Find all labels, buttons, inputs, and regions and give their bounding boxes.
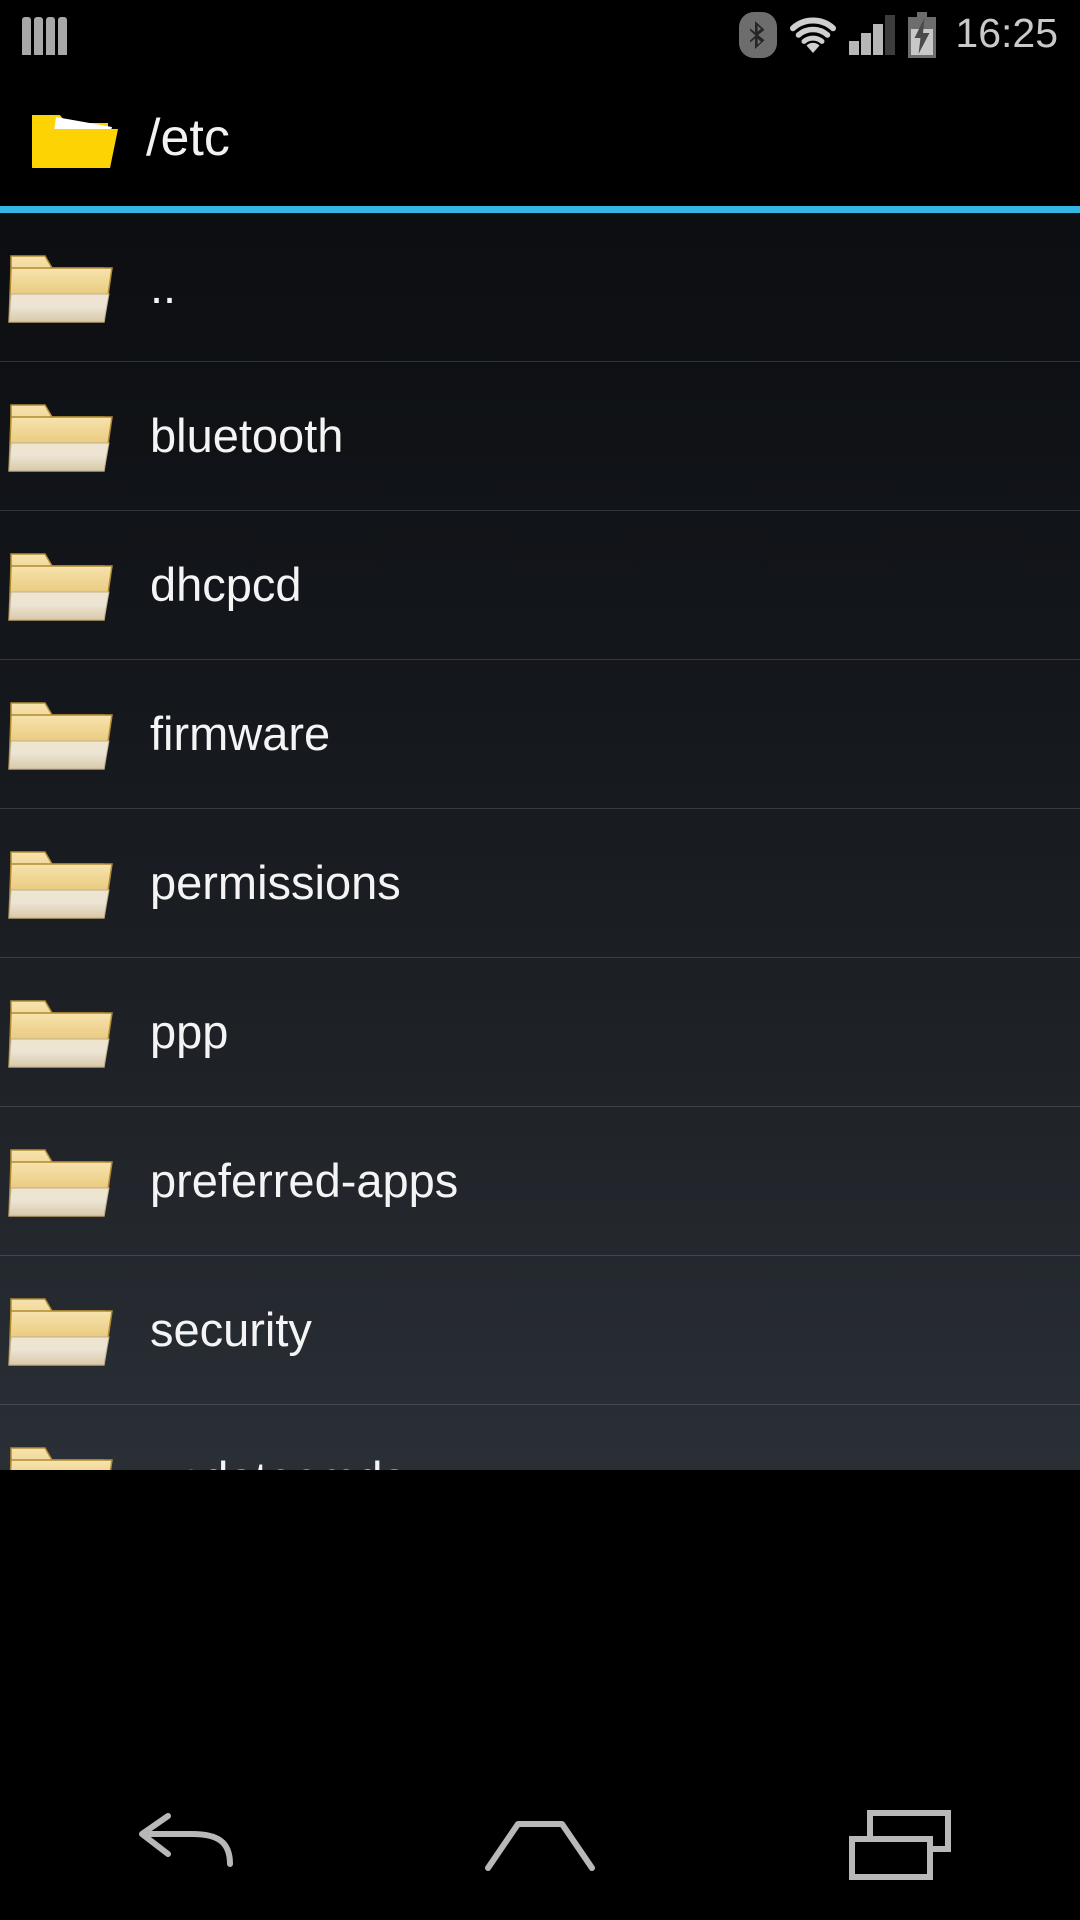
- list-item-label: dhcpcd: [150, 560, 302, 610]
- folder-icon: [8, 844, 118, 922]
- battery-charging-icon: [907, 12, 937, 58]
- status-bar: 16:25: [0, 0, 1080, 70]
- android-file-manager-screen: 16:25 /etc: [0, 0, 1080, 1920]
- navigation-bar: [0, 1770, 1080, 1920]
- notification-bars-icon: [22, 15, 67, 55]
- folder-icon: [8, 1291, 118, 1369]
- file-list[interactable]: .. bluetooth dhcpcd: [0, 213, 1080, 1470]
- list-item-label: ppp: [150, 1007, 228, 1057]
- list-item-label: ..: [150, 262, 176, 312]
- bluetooth-icon: [739, 12, 777, 58]
- status-bar-right: 16:25: [739, 12, 1080, 58]
- folder-icon: [8, 397, 118, 475]
- status-bar-clock: 16:25: [955, 13, 1058, 57]
- list-item[interactable]: ppp: [0, 958, 1080, 1107]
- list-item[interactable]: security: [0, 1256, 1080, 1405]
- list-item[interactable]: preferred-apps: [0, 1107, 1080, 1256]
- recents-button[interactable]: [800, 1770, 1000, 1920]
- folder-icon: [8, 1440, 118, 1470]
- wifi-icon: [789, 15, 837, 55]
- list-item[interactable]: bluetooth: [0, 362, 1080, 511]
- list-item[interactable]: updatecmds: [0, 1405, 1080, 1470]
- home-icon: [482, 1814, 598, 1876]
- home-button[interactable]: [440, 1770, 640, 1920]
- back-arrow-icon: [126, 1812, 234, 1878]
- list-item-label: firmware: [150, 709, 330, 759]
- recents-icon: [848, 1809, 952, 1881]
- list-item[interactable]: permissions: [0, 809, 1080, 958]
- folder-icon: [8, 248, 118, 326]
- list-item-label: permissions: [150, 858, 401, 908]
- list-item[interactable]: ..: [0, 213, 1080, 362]
- folder-icon: [8, 1142, 118, 1220]
- cellular-signal-icon: [849, 14, 895, 56]
- folder-icon: [8, 546, 118, 624]
- accent-divider: [0, 206, 1080, 213]
- folder-icon: [8, 993, 118, 1071]
- back-button[interactable]: [80, 1770, 280, 1920]
- status-bar-left: [0, 15, 67, 55]
- list-item-label: security: [150, 1305, 312, 1355]
- list-item[interactable]: dhcpcd: [0, 511, 1080, 660]
- list-item-label: bluetooth: [150, 411, 343, 461]
- list-item-label: preferred-apps: [150, 1156, 458, 1206]
- folder-open-icon: [30, 105, 122, 171]
- page-title: /etc: [146, 112, 230, 164]
- path-header[interactable]: /etc: [0, 70, 1080, 206]
- list-item-label: updatecmds: [150, 1454, 406, 1470]
- list-item[interactable]: firmware: [0, 660, 1080, 809]
- folder-icon: [8, 695, 118, 773]
